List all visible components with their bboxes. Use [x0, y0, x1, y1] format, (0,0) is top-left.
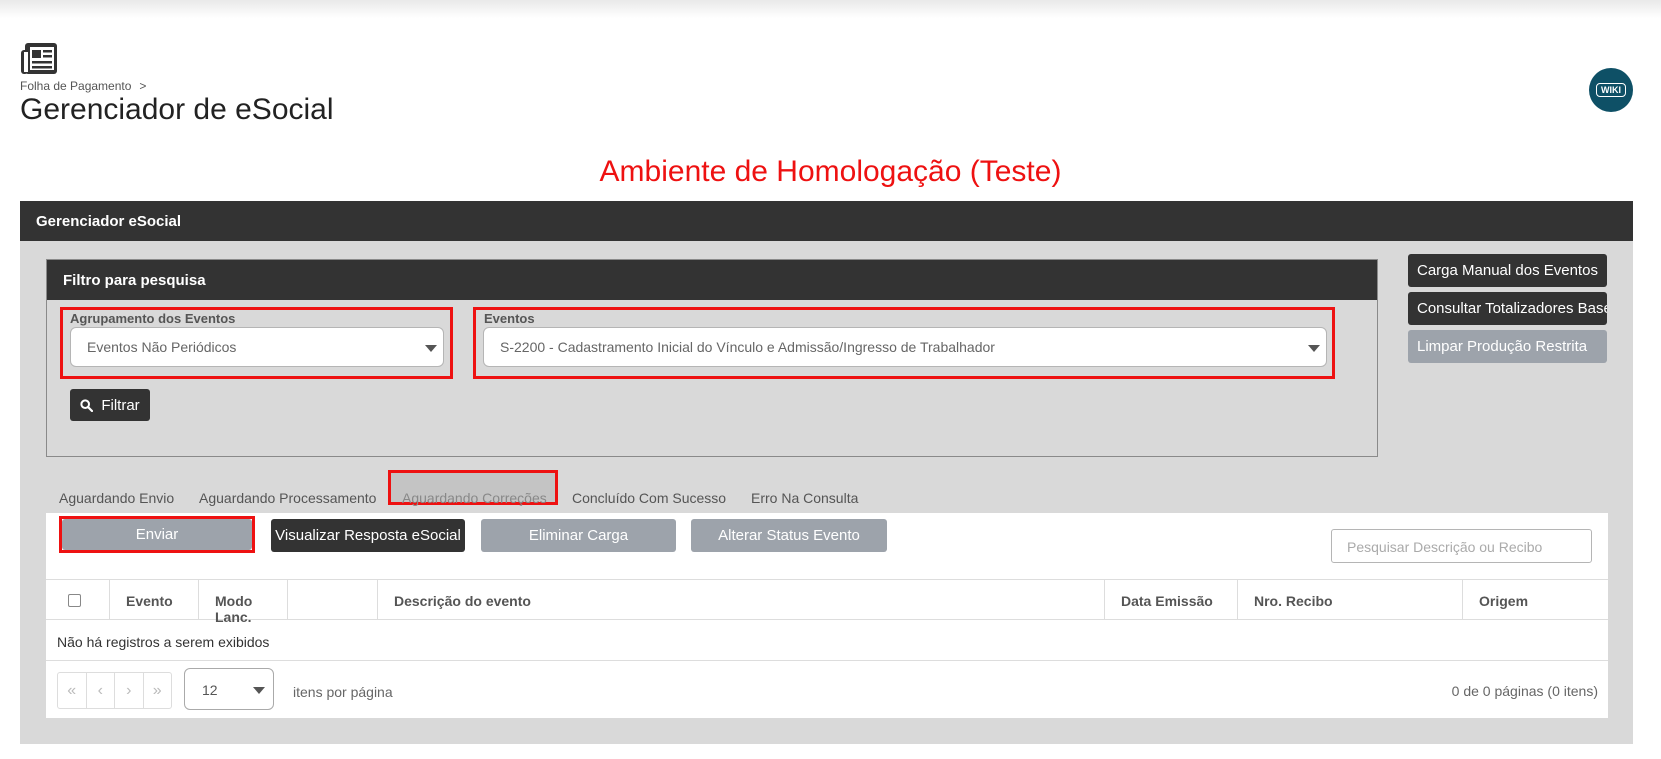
next-page-icon[interactable]: ›: [115, 673, 144, 708]
events-select[interactable]: S-2200 - Cadastramento Inicial do Víncul…: [483, 327, 1327, 367]
page-title: Gerenciador de eSocial: [20, 93, 334, 126]
newspaper-icon: [21, 43, 57, 74]
caret-down-icon: [425, 345, 437, 352]
panel-title: Gerenciador eSocial: [20, 201, 1633, 241]
environment-banner: Ambiente de Homologação (Teste): [599, 155, 1062, 188]
page-size-select[interactable]: 12: [184, 668, 274, 710]
filter-title: Filtro para pesquisa: [47, 260, 1377, 300]
grouping-label: Agrupamento dos Eventos: [70, 311, 236, 326]
wiki-label: WIKI: [1596, 83, 1626, 97]
manual-load-button[interactable]: Carga Manual dos Eventos: [1408, 254, 1607, 287]
empty-message: Não há registros a serem exibidos: [57, 634, 270, 650]
page-size-value: 12: [202, 682, 218, 698]
clear-restricted-button[interactable]: Limpar Produção Restrita: [1408, 330, 1607, 363]
last-page-icon[interactable]: »: [144, 673, 172, 708]
column-issue-date[interactable]: Data Emissão: [1105, 580, 1238, 620]
pager-controls: « ‹ › »: [57, 672, 172, 709]
column-origin[interactable]: Origem: [1463, 580, 1608, 620]
filter-button-label: Filtrar: [101, 396, 140, 414]
page-info: 0 de 0 páginas (0 itens): [1451, 683, 1598, 699]
column-blank: [288, 580, 378, 620]
breadcrumb-link[interactable]: Folha de Pagamento: [20, 79, 131, 93]
top-shadow: [0, 0, 1661, 18]
prev-page-icon[interactable]: ‹: [87, 673, 115, 708]
grid-header: Evento Modo Lanc. Descrição do evento Da…: [46, 579, 1608, 625]
tab-awaiting-corrections[interactable]: Aguardando Correções: [402, 490, 547, 506]
tab-awaiting-processing[interactable]: Aguardando Processamento: [199, 490, 376, 506]
remove-load-button[interactable]: Eliminar Carga: [481, 519, 676, 552]
search-input[interactable]: Pesquisar Descrição ou Recibo: [1331, 529, 1592, 563]
view-response-button[interactable]: Visualizar Resposta eSocial: [271, 519, 465, 552]
column-receipt[interactable]: Nro. Recibo: [1238, 580, 1463, 620]
column-mode[interactable]: Modo Lanc.: [199, 580, 288, 625]
column-event[interactable]: Evento: [110, 580, 199, 620]
pager-divider: [46, 660, 1608, 661]
tab-query-error[interactable]: Erro Na Consulta: [751, 490, 858, 506]
search-icon: [80, 398, 94, 412]
breadcrumb: Folha de Pagamento >: [20, 79, 146, 93]
events-label: Eventos: [484, 311, 535, 326]
wiki-button[interactable]: WIKI: [1589, 68, 1633, 112]
first-page-icon[interactable]: «: [58, 673, 87, 708]
caret-down-icon: [1308, 345, 1320, 352]
totalizers-button[interactable]: Consultar Totalizadores Base: [1408, 292, 1607, 325]
grouping-select[interactable]: Eventos Não Periódicos: [70, 327, 444, 367]
column-select: [46, 580, 110, 620]
filter-button[interactable]: Filtrar: [70, 389, 150, 421]
chevron-right-icon: >: [139, 79, 147, 93]
send-button[interactable]: Enviar: [62, 519, 252, 550]
per-page-label: itens por página: [293, 684, 393, 700]
tab-awaiting-send[interactable]: Aguardando Envio: [59, 490, 174, 506]
tab-completed[interactable]: Concluído Com Sucesso: [572, 490, 726, 506]
change-status-button[interactable]: Alterar Status Evento: [691, 519, 887, 552]
caret-down-icon: [253, 687, 265, 694]
grouping-select-value: Eventos Não Periódicos: [87, 339, 237, 355]
select-all-checkbox[interactable]: [68, 594, 81, 607]
events-select-value: S-2200 - Cadastramento Inicial do Víncul…: [500, 339, 995, 355]
column-description[interactable]: Descrição do evento: [378, 580, 1105, 620]
